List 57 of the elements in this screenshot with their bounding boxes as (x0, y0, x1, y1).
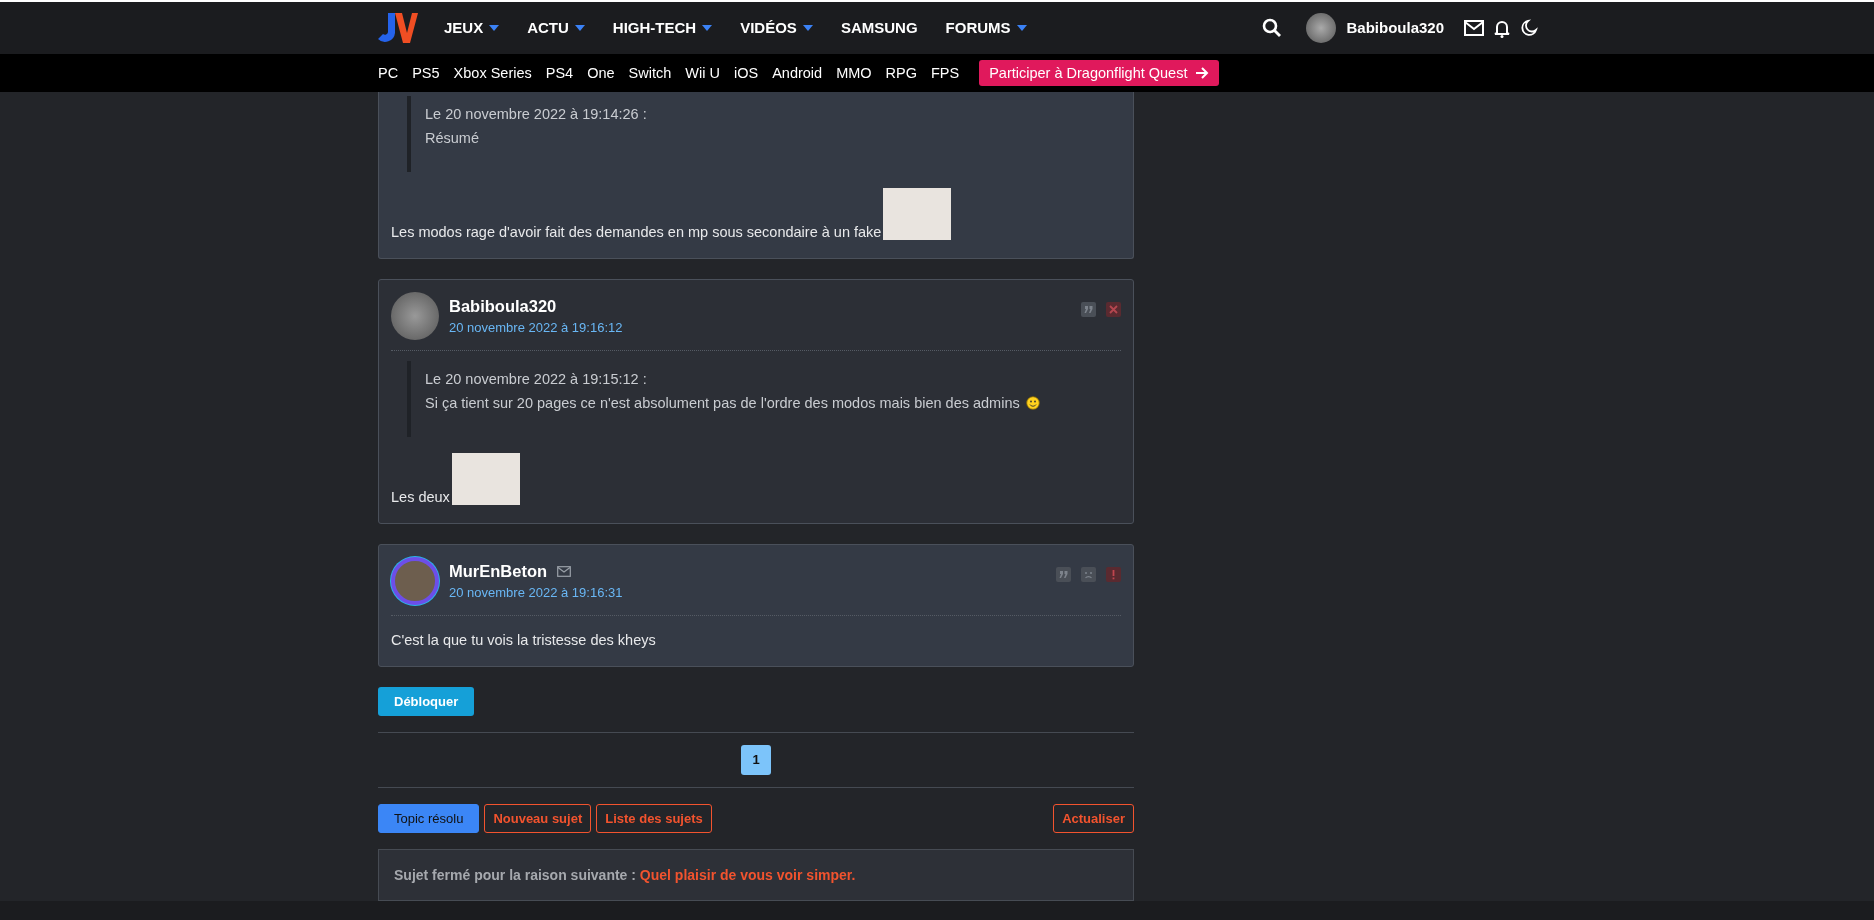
arrow-icon (1195, 66, 1210, 79)
platform-link[interactable]: FPS (931, 64, 960, 81)
quote-text: Si ça tient sur 20 pages ce n'est absolument pas de l'ordre des modos mais bien des admins (425, 394, 1107, 411)
author-name[interactable]: Babiboula320 (449, 296, 557, 316)
caret-icon (574, 24, 585, 31)
closed-notice: Sujet fermé pour la raison suivante : Quel plaisir de vous voir simper. (378, 848, 1134, 901)
close-icon[interactable] (1106, 301, 1121, 317)
post-text: Les deux (391, 488, 450, 505)
author-name[interactable]: MurEnBeton (449, 561, 548, 581)
caret-icon (802, 24, 813, 31)
platform-link[interactable]: MMO (836, 64, 872, 81)
platform-link[interactable]: RPG (885, 64, 917, 81)
caret-icon (702, 24, 713, 31)
platform-link[interactable]: iOS (733, 64, 759, 81)
topic-action-button[interactable]: Liste des sujets (596, 803, 712, 833)
quote-date: Le 20 novembre 2022 à 19:15:12 : (425, 370, 648, 387)
platform-link[interactable]: One (587, 64, 615, 81)
platform-link[interactable]: PC (378, 64, 399, 81)
topic-action-button[interactable]: Nouveau sujet (484, 803, 592, 833)
user-avatar[interactable] (1306, 12, 1337, 43)
sad-face-icon[interactable] (1081, 566, 1096, 582)
caret-icon (489, 24, 500, 31)
refresh-button[interactable]: Actualiser (1053, 803, 1134, 833)
nav-menu-link[interactable]: ACTU (527, 19, 585, 37)
photo-placeholder (451, 452, 520, 505)
platform-link[interactable]: Xbox Series (453, 64, 532, 81)
quote-icon[interactable] (1081, 301, 1096, 317)
username[interactable]: Babiboula320 (1346, 19, 1444, 37)
topic-action-button[interactable]: Topic résolu (378, 803, 480, 833)
quote-text: Résumé (425, 129, 480, 146)
author-avatar[interactable] (391, 556, 439, 605)
post-text: Les modos rage d'avoir fait des demandes en mp sous secondaire à un fake (391, 223, 882, 240)
site-logo[interactable] (378, 10, 418, 45)
post-date[interactable]: 20 novembre 2022 à 19:16:12 (449, 319, 1071, 335)
caret-icon (1016, 24, 1027, 31)
smiley-icon (1025, 395, 1040, 410)
platform-link[interactable]: PS4 (545, 64, 574, 81)
nav-menu-link[interactable]: SAMSUNG (840, 19, 918, 37)
search-icon[interactable] (1262, 17, 1283, 38)
photo-placeholder (883, 187, 952, 240)
moon-icon[interactable] (1520, 18, 1538, 37)
promo-button[interactable]: Participer à Dragonflight Quest (979, 59, 1220, 86)
nav-menu-link[interactable]: VIDÉOS (740, 19, 813, 37)
platform-link[interactable]: PS5 (412, 64, 440, 81)
post-date[interactable]: 20 novembre 2022 à 19:16:31 (449, 584, 1046, 600)
nav-menu-link[interactable]: HIGH-TECH (612, 19, 713, 37)
alert-icon[interactable] (1106, 566, 1121, 582)
platform-link[interactable]: Android (772, 64, 823, 81)
platform-link[interactable]: Wii U (685, 64, 720, 81)
page-button[interactable]: 1 (741, 744, 771, 775)
quote-icon[interactable] (1056, 566, 1071, 582)
platform-link[interactable]: Switch (628, 64, 672, 81)
post-text: C'est la que tu vois la tristesse des kheys (391, 631, 656, 648)
author-avatar[interactable] (391, 291, 439, 340)
quote-date: Le 20 novembre 2022 à 19:14:26 : (425, 105, 648, 122)
nav-menu-link[interactable]: JEUX (444, 19, 500, 37)
nav-menu-link[interactable]: FORUMS (945, 19, 1027, 37)
